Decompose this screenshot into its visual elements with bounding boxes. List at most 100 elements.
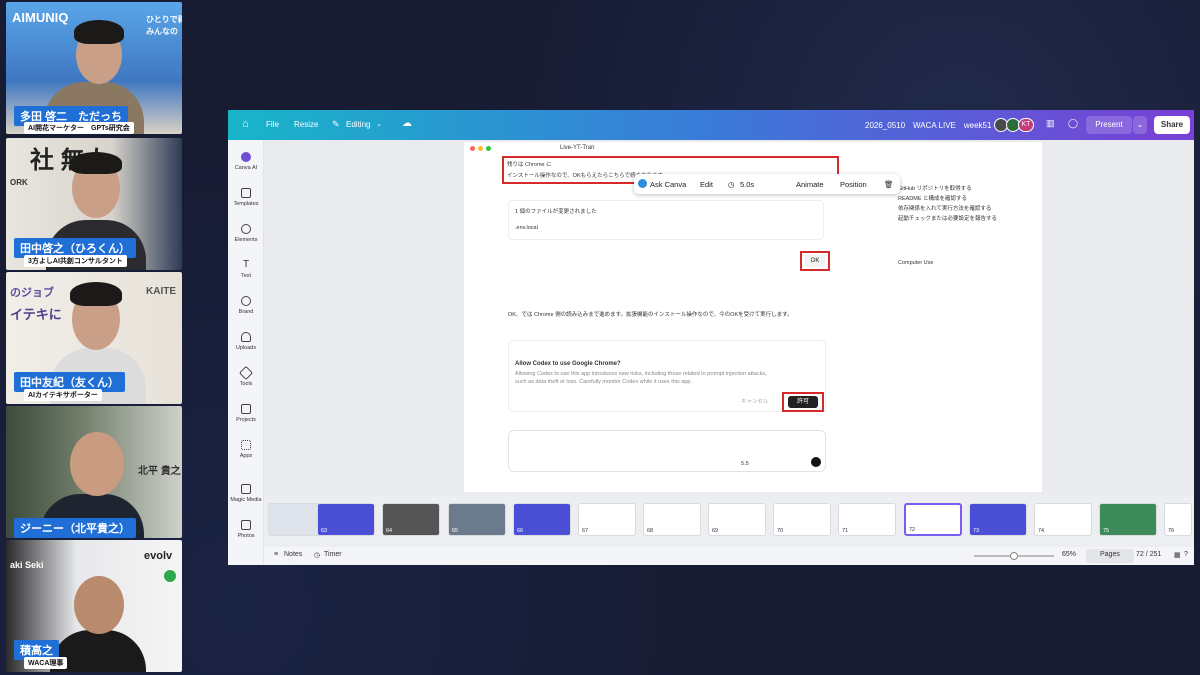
analytics-icon[interactable]: ▥ xyxy=(1046,118,1055,129)
slide-canvas[interactable]: Live-YT-Tran 残りは Chrome に インストール操作なので、OK… xyxy=(464,142,1042,492)
sidebar-item-elements[interactable]: Elements xyxy=(228,224,264,243)
notes-icon: ≡ xyxy=(274,551,279,558)
page-thumbnail[interactable]: 71 xyxy=(838,503,896,536)
sidebar-item-apps[interactable]: Apps xyxy=(228,440,264,459)
sidebar-item-projects[interactable]: Projects xyxy=(228,404,264,423)
sidebar-item-templates[interactable]: Templates xyxy=(228,188,264,207)
page-thumbnail[interactable]: 63 xyxy=(317,503,375,536)
person-hair xyxy=(74,20,124,44)
notes-button[interactable]: Notes xyxy=(284,551,302,558)
page-thumbnail[interactable]: 76 xyxy=(1164,503,1192,536)
participant-role: WACA理事 xyxy=(24,657,68,669)
close-dot-icon xyxy=(470,146,475,151)
editing-dropdown[interactable]: Editing xyxy=(346,120,370,129)
page-thumbnail[interactable]: 73 xyxy=(969,503,1027,536)
chat-composer[interactable]: 5.5 xyxy=(508,430,826,472)
share-button[interactable]: Share xyxy=(1154,116,1190,134)
banner-text: イテキに xyxy=(10,307,62,322)
trash-icon[interactable]: 🗑 xyxy=(884,180,894,189)
file-menu[interactable]: File xyxy=(266,120,279,129)
cloud-sync-icon[interactable]: ☁ xyxy=(402,118,412,129)
clock-icon: ◷ xyxy=(728,180,735,189)
permission-dialog: Allow Codex to use Google Chrome? Allowi… xyxy=(508,340,826,412)
dialog-body: Allowing Codex to use this app introduce… xyxy=(515,371,767,377)
chevron-down-icon: ⌄ xyxy=(376,121,382,128)
participant-role: 3方よしAI共創コンサルタント xyxy=(24,255,127,267)
sidebar-item-text[interactable]: T Text xyxy=(228,259,264,280)
elements-icon xyxy=(241,224,251,234)
page-thumbnail[interactable]: 67 xyxy=(578,503,636,536)
page-thumbnail-selected[interactable]: 72 xyxy=(904,503,962,536)
checklist-item: README と構成を確認する xyxy=(898,196,968,202)
tools-icon xyxy=(238,365,254,381)
page-thumbnail[interactable]: 75 xyxy=(1099,503,1157,536)
animate-button[interactable]: Animate xyxy=(796,180,824,189)
participant-role: AI開花マーケター GPTs研究会 xyxy=(24,122,134,134)
model-selector[interactable]: 5.5 xyxy=(741,461,749,467)
home-icon[interactable]: ⌂ xyxy=(242,118,249,130)
banner-text: evolv xyxy=(144,550,173,562)
zoom-dot-icon xyxy=(486,146,491,151)
message-text: 残りは Chrome に xyxy=(507,162,552,168)
participant-tile: evolv aki Seki 積高之 WACA理事 xyxy=(6,540,182,672)
help-icon[interactable]: ? xyxy=(1184,551,1188,558)
person-hair xyxy=(70,282,122,306)
brand-icon xyxy=(241,296,251,306)
timer-button[interactable]: Timer xyxy=(324,551,342,558)
text-icon: T xyxy=(242,259,250,270)
dialog-body: such as data theft or loss. Carefully mo… xyxy=(515,379,693,385)
document-title[interactable]: 2026_0510 WACA LIVE week51 xyxy=(865,120,991,131)
canvas-stage: Live-YT-Tran 残りは Chrome に インストール操作なので、OK… xyxy=(264,140,1194,495)
present-options-chevron-icon[interactable]: ⌄ xyxy=(1133,116,1147,134)
page-thumbnail[interactable]: 65 xyxy=(448,503,506,536)
stop-button-icon[interactable] xyxy=(811,457,821,467)
assistant-response-text: OK、では Chrome 側の読み込みまで進めます。拡張機能のインストール操作な… xyxy=(508,312,793,318)
avatar[interactable]: KT xyxy=(1018,118,1034,132)
participant-tile: 北平 貴之 ジーニー（北平貴之） xyxy=(6,406,182,538)
comment-icon[interactable]: ◯ xyxy=(1068,118,1078,129)
sidebar-item-canva-ai[interactable]: Canva AI xyxy=(228,152,264,171)
person-face xyxy=(74,576,124,634)
folder-icon xyxy=(241,404,251,414)
page-thumbnail[interactable]: 69 xyxy=(708,503,766,536)
page-thumbnail[interactable]: 74 xyxy=(1034,503,1092,536)
sidebar-item-photos[interactable]: Photos xyxy=(228,520,264,539)
allow-button[interactable]: 許可 xyxy=(788,396,818,408)
canva-bottombar: ≡ Notes ◷ Timer 65% Pages 72 / 251 ▦ ? xyxy=(264,547,1194,565)
banner-text: のジョブ xyxy=(10,287,54,299)
zoom-slider-handle[interactable] xyxy=(1010,552,1018,560)
files-changed-label: 1 個のファイルが変更されました xyxy=(515,209,597,215)
banner-text: KAITE xyxy=(146,286,176,297)
banner-text: ひとりで稼 xyxy=(146,15,182,24)
page-thumbnail[interactable]: 66 xyxy=(513,503,571,536)
banner-text: aki Seki xyxy=(10,560,44,570)
checklist-item: 起動チェックまたは必要設定を報告する xyxy=(898,216,998,222)
canva-window: ⌂ File Resize ✎ Editing ⌄ ☁ 2026_0510 WA… xyxy=(228,110,1194,565)
sidebar-item-uploads[interactable]: Uploads xyxy=(228,332,264,351)
zoom-level[interactable]: 65% xyxy=(1062,551,1076,558)
edit-button[interactable]: Edit xyxy=(700,180,713,189)
sidebar-item-tools[interactable]: Tools xyxy=(228,365,264,387)
banner-text: みんなの xyxy=(146,27,178,36)
person-hair xyxy=(70,152,122,174)
app-tab-title: Live-YT-Tran xyxy=(560,145,595,151)
sidebar-item-brand[interactable]: Brand xyxy=(228,296,264,315)
changed-file-name: .env.local xyxy=(515,225,538,231)
ask-canva-button[interactable]: Ask Canva xyxy=(650,180,686,189)
present-button[interactable]: Present xyxy=(1086,116,1132,134)
participant-tile: KAITE のジョブ イテキに 田中友紀（友くん） AIカイテキサポーター xyxy=(6,272,182,404)
page-thumbnail[interactable]: 68 xyxy=(643,503,701,536)
grid-view-icon[interactable]: ▦ xyxy=(1174,551,1181,559)
resize-menu[interactable]: Resize xyxy=(294,120,318,129)
duration-button[interactable]: 5.0s xyxy=(740,180,754,189)
cancel-button[interactable]: キャンセル xyxy=(741,397,769,405)
sidebar-item-magic-media[interactable]: Magic Media xyxy=(228,484,264,503)
position-button[interactable]: Position xyxy=(840,180,867,189)
page-thumbnail[interactable]: 64 xyxy=(382,503,440,536)
ok-message-bubble[interactable]: OK xyxy=(805,255,825,267)
page-thumbnail[interactable]: 70 xyxy=(773,503,831,536)
participant-tile: 社 無人 ORK 田中啓之（ひろくん） 3方よしAI共創コンサルタント xyxy=(6,138,182,270)
pages-button[interactable]: Pages xyxy=(1100,551,1120,558)
check-badge-icon xyxy=(164,570,176,582)
canva-topbar: ⌂ File Resize ✎ Editing ⌄ ☁ 2026_0510 WA… xyxy=(228,110,1194,140)
